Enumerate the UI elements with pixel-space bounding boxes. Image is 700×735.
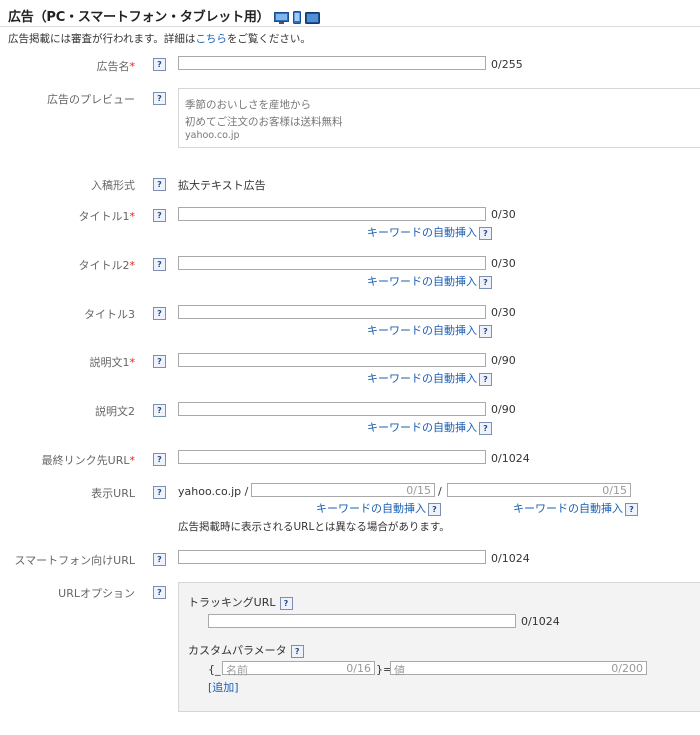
path-separator: /	[244, 485, 249, 498]
display-url-note: 広告掲載時に表示されるURLとは異なる場合があります。	[178, 521, 450, 533]
format-value: 拡大テキスト広告	[178, 179, 266, 192]
help-icon[interactable]: ?	[479, 275, 492, 289]
desc1-counter: 0/90	[491, 354, 516, 367]
keyword-insert-link[interactable]: キーワードの自動挿入?	[316, 500, 441, 516]
title3-counter: 0/30	[491, 306, 516, 319]
help-icon[interactable]: ?	[479, 421, 492, 435]
ad-preview-box: 季節のおいしさを産地から 初めてご注文のお客様は送料無料 yahoo.co.jp	[178, 88, 700, 148]
keyword-insert-link[interactable]: キーワードの自動挿入?	[367, 419, 492, 435]
help-icon[interactable]: ?	[153, 586, 166, 599]
required-mark: *	[129, 259, 136, 272]
notice-text: 広告掲載には審査が行われます。詳細は	[8, 33, 196, 45]
param-value-placeholder: 値	[394, 664, 405, 677]
smartphone-url-counter: 0/1024	[491, 552, 530, 565]
param-name-counter: 0/16	[346, 662, 371, 675]
tracking-url-counter: 0/1024	[521, 615, 560, 628]
required-mark: *	[129, 454, 136, 467]
title2-counter: 0/30	[491, 257, 516, 270]
help-icon[interactable]: ?	[279, 596, 293, 610]
desc1-input[interactable]	[178, 353, 486, 367]
keyword-insert-link[interactable]: キーワードの自動挿入?	[513, 500, 638, 516]
help-icon[interactable]: ?	[479, 226, 492, 240]
param-name-input[interactable]: 名前 0/16	[222, 661, 375, 677]
help-icon[interactable]: ?	[153, 355, 166, 368]
title1-label: タイトル1*	[78, 210, 136, 223]
display-path2-input[interactable]: 0/15	[447, 483, 631, 497]
preview-label: 広告のプレビュー	[47, 93, 135, 106]
help-icon[interactable]: ?	[153, 58, 166, 71]
path1-counter: 0/15	[406, 484, 431, 497]
preview-display-url: yahoo.co.jp	[185, 130, 240, 141]
page-title: 広告（PC・スマートフォン・タブレット用）	[8, 6, 321, 25]
final-url-counter: 0/1024	[491, 452, 530, 465]
help-icon[interactable]: ?	[153, 258, 166, 271]
tablet-icon	[305, 11, 321, 24]
add-param-link[interactable]: [追加]	[208, 679, 239, 695]
keyword-insert-link[interactable]: キーワードの自動挿入?	[367, 322, 492, 338]
required-mark: *	[129, 356, 136, 369]
brace-open: {_	[208, 663, 221, 676]
notice-text-end: をご覧ください。	[226, 33, 311, 45]
desc2-input[interactable]	[178, 402, 486, 416]
title3-input[interactable]	[178, 305, 486, 319]
ad-name-label: 広告名*	[96, 60, 136, 73]
required-mark: *	[129, 60, 136, 73]
keyword-insert-link[interactable]: キーワードの自動挿入?	[367, 273, 492, 289]
tracking-url-input[interactable]	[208, 614, 516, 628]
help-icon[interactable]: ?	[153, 92, 166, 105]
param-name-placeholder: 名前	[226, 664, 248, 677]
url-options-label: URLオプション	[58, 587, 135, 600]
smartphone-url-label: スマートフォン向けURL	[14, 554, 136, 567]
title2-input[interactable]	[178, 256, 486, 270]
help-icon[interactable]: ?	[479, 324, 492, 338]
desktop-icon	[273, 11, 289, 24]
help-icon[interactable]: ?	[153, 553, 166, 566]
help-icon[interactable]: ?	[153, 209, 166, 222]
keyword-insert-link[interactable]: キーワードの自動挿入?	[367, 224, 492, 240]
details-link[interactable]: こちら	[195, 33, 227, 45]
review-notice: 広告掲載には審査が行われます。詳細はこちらをご覧ください。	[8, 31, 311, 46]
display-url-label: 表示URL	[91, 487, 135, 500]
tracking-url-label: トラッキングURL?	[188, 594, 293, 610]
title3-label: タイトル3	[84, 308, 135, 321]
path2-counter: 0/15	[602, 484, 627, 497]
title2-label: タイトル2*	[78, 259, 136, 272]
display-path1-input[interactable]: 0/15	[251, 483, 435, 497]
preview-description: 初めてご注文のお客様は送料無料	[185, 116, 343, 128]
help-icon[interactable]: ?	[625, 502, 638, 516]
display-url-domain: yahoo.co.jp /	[178, 485, 249, 498]
title-divider	[0, 26, 700, 27]
help-icon[interactable]: ?	[153, 178, 166, 191]
desc2-label: 説明文2	[95, 405, 135, 418]
url-options-panel: トラッキングURL? 0/1024 カスタムパラメータ? {_ 名前 0/16 …	[178, 582, 700, 712]
param-value-counter: 0/200	[611, 662, 643, 675]
title1-counter: 0/30	[491, 208, 516, 221]
preview-title: 季節のおいしさを産地から	[185, 99, 311, 111]
help-icon[interactable]: ?	[428, 502, 441, 516]
help-icon[interactable]: ?	[153, 307, 166, 320]
help-icon[interactable]: ?	[153, 404, 166, 417]
keyword-insert-link[interactable]: キーワードの自動挿入?	[367, 370, 492, 386]
smartphone-url-input[interactable]	[178, 550, 486, 564]
path-separator: /	[438, 485, 442, 498]
final-url-input[interactable]	[178, 450, 486, 464]
page-title-text: 広告（PC・スマートフォン・タブレット用）	[8, 10, 270, 25]
help-icon[interactable]: ?	[153, 453, 166, 466]
desc2-counter: 0/90	[491, 403, 516, 416]
smartphone-icon	[293, 11, 302, 24]
format-label: 入稿形式	[91, 179, 135, 192]
desc1-label: 説明文1*	[89, 356, 136, 369]
ad-name-input[interactable]	[178, 56, 486, 70]
custom-param-label: カスタムパラメータ?	[188, 642, 304, 658]
final-url-label: 最終リンク先URL*	[41, 454, 136, 467]
help-icon[interactable]: ?	[290, 644, 304, 658]
help-icon[interactable]: ?	[153, 486, 166, 499]
help-icon[interactable]: ?	[479, 372, 492, 386]
param-value-input[interactable]: 値 0/200	[390, 661, 647, 677]
title1-input[interactable]	[178, 207, 486, 221]
required-mark: *	[129, 210, 136, 223]
ad-name-counter: 0/255	[491, 58, 523, 71]
